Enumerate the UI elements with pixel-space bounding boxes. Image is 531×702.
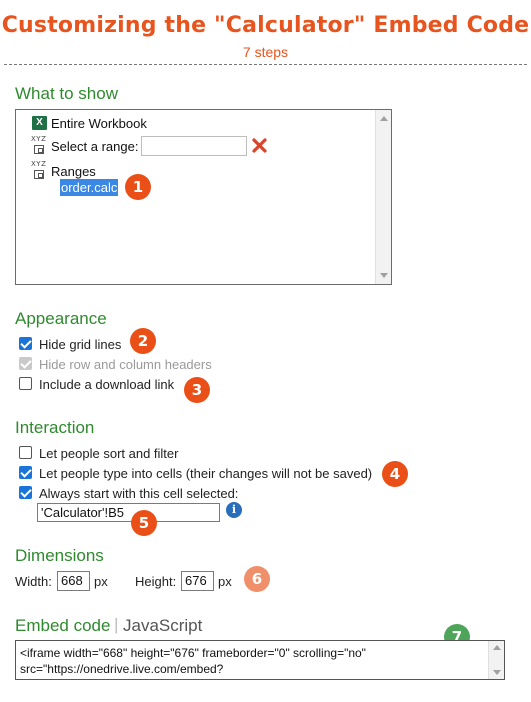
range-icon: XYZ <box>31 135 47 155</box>
page-title: Customizing the "Calculator" Embed Code <box>1 13 530 38</box>
ranges-icon: XYZ <box>31 160 47 180</box>
height-unit: px <box>218 574 232 589</box>
step-badge-5: 5 <box>131 510 157 536</box>
step-count: 7 steps <box>242 44 289 60</box>
hide-grid-lines-label: Hide grid lines <box>39 337 122 352</box>
select-range-option[interactable]: Select a range: <box>51 139 138 154</box>
start-cell-checkbox[interactable] <box>19 486 32 499</box>
embed-code-text[interactable]: <iframe width="668" height="676" framebo… <box>20 645 485 677</box>
info-icon[interactable]: i <box>226 502 242 518</box>
sort-filter-label: Let people sort and filter <box>39 446 179 461</box>
divider <box>4 64 527 65</box>
ranges-group[interactable]: Ranges <box>51 164 96 179</box>
tab-separator: | <box>114 615 119 634</box>
step-badge-3: 3 <box>184 377 210 403</box>
excel-icon: X <box>32 116 47 130</box>
start-cell-input[interactable]: 'Calculator'!B5 <box>37 503 220 522</box>
step-badge-4: 4 <box>382 461 408 487</box>
range-input[interactable] <box>141 136 247 156</box>
code-scroll-up-icon[interactable] <box>493 645 501 650</box>
what-to-show-heading: What to show <box>15 84 118 103</box>
height-label: Height: <box>135 574 177 589</box>
download-link-checkbox[interactable] <box>19 377 32 390</box>
step-badge-2: 2 <box>130 328 156 354</box>
scroll-up-icon[interactable] <box>380 116 388 121</box>
close-icon[interactable] <box>251 135 269 155</box>
start-cell-label: Always start with this cell selected: <box>39 486 239 501</box>
download-link-label: Include a download link <box>39 377 175 392</box>
width-input[interactable]: 668 <box>57 571 90 591</box>
width-label: Width: <box>15 574 52 589</box>
width-unit: px <box>94 574 108 589</box>
entire-workbook-option[interactable]: Entire Workbook <box>51 116 147 131</box>
type-cells-checkbox[interactable] <box>19 466 32 479</box>
javascript-tab[interactable]: JavaScript <box>123 616 202 636</box>
appearance-heading: Appearance <box>15 309 107 328</box>
interaction-heading: Interaction <box>15 418 95 437</box>
hide-headers-checkbox <box>19 357 32 370</box>
embed-code-tab[interactable]: Embed code <box>15 616 110 636</box>
listbox-scrollbar[interactable] <box>375 110 391 284</box>
scroll-down-icon[interactable] <box>380 273 388 278</box>
embed-code-textarea[interactable]: <iframe width="668" height="676" framebo… <box>15 640 505 680</box>
selected-range-item[interactable]: order.calc <box>60 179 119 196</box>
hide-headers-label: Hide row and column headers <box>39 357 212 372</box>
type-cells-label: Let people type into cells (their change… <box>39 466 373 481</box>
code-scrollbar[interactable] <box>488 641 504 679</box>
hide-grid-lines-checkbox[interactable] <box>19 337 32 350</box>
sort-filter-checkbox[interactable] <box>19 446 32 459</box>
dimensions-heading: Dimensions <box>15 546 104 565</box>
height-input[interactable]: 676 <box>181 571 214 591</box>
step-badge-6: 6 <box>244 566 270 592</box>
step-badge-1: 1 <box>125 174 151 200</box>
code-scroll-down-icon[interactable] <box>493 670 501 675</box>
